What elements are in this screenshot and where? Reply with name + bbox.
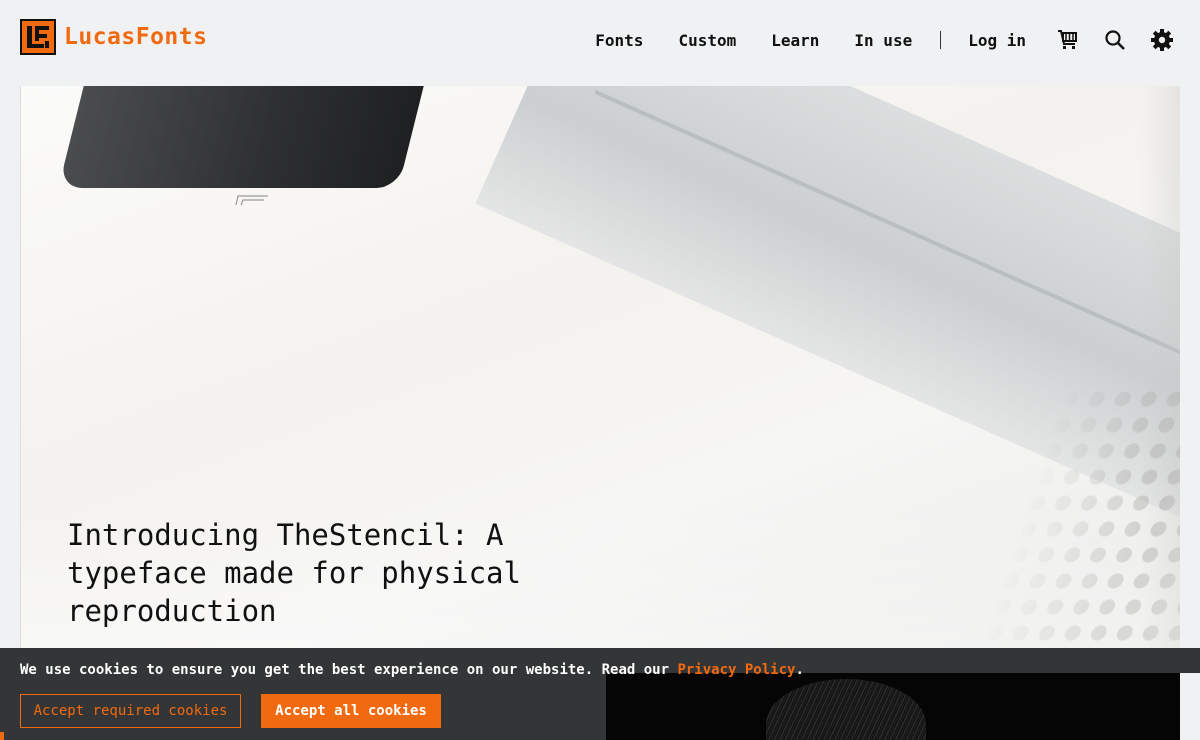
privacy-policy-link[interactable]: Privacy Policy xyxy=(677,662,795,678)
corner-marker xyxy=(0,732,4,740)
site-header: LucasFonts Fonts Custom Learn In use Log… xyxy=(0,0,1200,86)
nav-item-custom[interactable]: Custom xyxy=(678,31,736,50)
login-link[interactable]: Log in xyxy=(968,31,1026,50)
cookie-message-text: We use cookies to ensure you get the bes… xyxy=(20,662,678,678)
cookie-message-end: . xyxy=(795,662,804,678)
nav-item-in-use[interactable]: In use xyxy=(854,31,912,50)
hero-image-mark xyxy=(235,195,268,206)
nav-divider xyxy=(940,31,942,49)
logo[interactable]: LucasFonts xyxy=(20,19,207,55)
portrait-image xyxy=(766,679,926,740)
search-icon[interactable] xyxy=(1103,28,1127,52)
nav-item-learn[interactable]: Learn xyxy=(771,31,819,50)
cookie-message: We use cookies to ensure you get the bes… xyxy=(20,662,804,678)
cookie-banner: We use cookies to ensure you get the bes… xyxy=(0,648,804,740)
accept-all-cookies-button[interactable]: Accept all cookies xyxy=(261,694,441,728)
nav-item-fonts[interactable]: Fonts xyxy=(595,31,643,50)
cart-icon[interactable] xyxy=(1056,28,1080,52)
main-nav: Fonts Custom Learn In use Log in xyxy=(595,28,1200,52)
accept-required-cookies-button[interactable]: Accept required cookies xyxy=(20,694,241,728)
logo-text: LucasFonts xyxy=(64,24,208,50)
article-image-portrait[interactable] xyxy=(606,673,1180,740)
hero-image-block xyxy=(58,86,434,188)
logo-icon xyxy=(20,19,56,55)
hero-article[interactable]: Introducing TheStencil: A typeface made … xyxy=(20,86,1180,668)
hero-title[interactable]: Introducing TheStencil: A typeface made … xyxy=(67,516,537,630)
gear-icon[interactable] xyxy=(1150,28,1174,52)
